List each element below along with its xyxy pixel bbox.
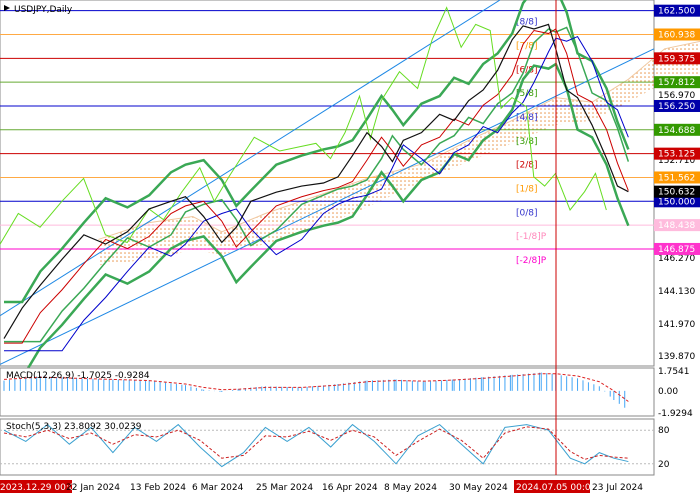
time-tick-label: 6 Mar 2024	[192, 483, 244, 493]
price-axis: 156.970152.710146.270144.130141.970139.8…	[654, 4, 700, 362]
macd-tick-label: 0.00	[658, 387, 678, 397]
price-level-value: 153.125	[658, 150, 695, 160]
murrey-level-label: [4/8]	[516, 113, 538, 123]
murrey-level-label: [3/8]	[516, 137, 538, 147]
stoch-tick-label: 20	[658, 460, 670, 470]
last-price-value: 150.632	[658, 188, 695, 198]
price-tick-label: 139.870	[658, 352, 695, 362]
murrey-level-label: [-2/8]P	[516, 256, 547, 266]
price-tick-label: 141.970	[658, 320, 695, 330]
macd-tick-label: 1.7541	[658, 367, 690, 377]
price-level-value: 157.812	[658, 78, 695, 88]
stochastic-label: Stoch(5,3,3) 23.8092 30.0239	[6, 422, 142, 432]
price-level-value: 156.250	[658, 102, 695, 112]
macd-label: MACD(12,26,9) -1.7025 -0.9284	[6, 371, 150, 381]
murrey-level-label: [-1/8]P	[516, 232, 547, 242]
price-tick-label: 144.130	[658, 287, 695, 297]
time-tick-label: 23 Jul 2024	[592, 483, 643, 493]
time-tick-label: 30 May 2024	[449, 483, 508, 493]
macd-tick-label: -1.9294	[658, 409, 693, 419]
price-level-value: 150.000	[658, 197, 695, 207]
time-tick-label: 25 Mar 2024	[256, 483, 313, 493]
stoch-tick-label: 80	[658, 426, 670, 436]
time-tick-label: 13 Feb 2024	[130, 483, 186, 493]
time-tick-label: 16 Apr 2024	[322, 483, 378, 493]
murrey-level-label: [0/8]	[516, 208, 538, 218]
price-level-value: 146.875	[658, 245, 695, 255]
murrey-level-label: [2/8]	[516, 161, 538, 171]
price-level-value: 154.688	[658, 126, 695, 136]
macd-axis: 1.7541 0.00 -1.9294	[658, 367, 693, 419]
price-tick-label: 156.970	[658, 91, 695, 101]
price-level-value: 160.938	[658, 30, 695, 40]
time-tick-label: 2024.07.05 00:00	[516, 483, 597, 493]
price-tick-label: 146.270	[658, 254, 695, 264]
price-chart: [8/8][7/8][6/8][5/8][4/8][3/8][2/8][1/8]…	[0, 0, 700, 493]
price-level-value: 159.375	[658, 54, 695, 64]
price-level-value: 162.500	[658, 7, 695, 17]
murrey-level-label: [1/8]	[516, 184, 538, 194]
time-tick-label: 22 Jan 2024	[66, 483, 120, 493]
price-level-value: 148.438	[658, 221, 695, 231]
price-level-value: 151.562	[658, 173, 695, 183]
stochastic-axis: 80 20	[658, 426, 670, 470]
time-axis: 2023.12.29 00:0022 Jan 2024 13 Feb 2024 6 …	[0, 480, 643, 493]
price-panel: [8/8][7/8][6/8][5/8][4/8][3/8][2/8][1/8]…	[0, 0, 700, 380]
window-title: USDJPY,Daily	[14, 5, 73, 15]
murrey-level-label: [8/8]	[516, 18, 538, 28]
time-tick-label: 8 May 2024	[384, 483, 437, 493]
